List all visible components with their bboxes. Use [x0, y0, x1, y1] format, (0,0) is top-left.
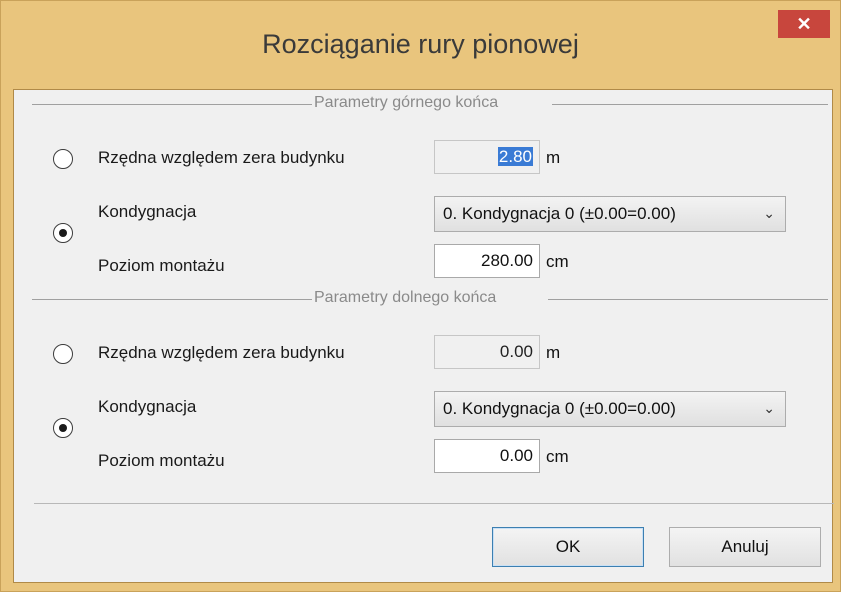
chevron-down-icon: ⌄: [763, 205, 775, 221]
dialog-window: Rozciąganie rury pionowej ✕ Parametry gó…: [0, 0, 841, 592]
radio-dot: [59, 424, 67, 432]
close-button[interactable]: ✕: [778, 10, 830, 38]
bottom-elevation-field[interactable]: 0.00: [434, 335, 540, 369]
close-icon: ✕: [796, 13, 812, 34]
top-mount-field[interactable]: 280.00: [434, 244, 540, 278]
top-elevation-label: Rzędna względem zera budynku: [98, 148, 345, 167]
bottom-storey-dropdown[interactable]: 0. Kondygnacja 0 (±0.00=0.00) ⌄: [434, 391, 786, 427]
dialog-body: Parametry górnego końca Rzędna względem …: [13, 89, 834, 583]
group-top-line-left: [32, 104, 314, 105]
group-bottom-line-left: [32, 299, 314, 300]
bottom-storey-value: 0. Kondygnacja 0 (±0.00=0.00): [443, 399, 676, 418]
top-mount-unit: cm: [546, 252, 569, 271]
radio-dot: [59, 229, 67, 237]
bottom-mount-label: Poziom montażu: [98, 451, 225, 470]
group-top-title: Parametry górnego końca: [312, 94, 501, 112]
group-bottom-title: Parametry dolnego końca: [312, 289, 499, 307]
group-top-line-right: [552, 104, 828, 105]
top-elevation-radio[interactable]: [53, 149, 73, 169]
chevron-down-icon: ⌄: [763, 400, 775, 416]
top-storey-dropdown[interactable]: 0. Kondygnacja 0 (±0.00=0.00) ⌄: [434, 196, 786, 232]
top-storey-value: 0. Kondygnacja 0 (±0.00=0.00): [443, 204, 676, 223]
top-storey-radio[interactable]: [53, 223, 73, 243]
top-elevation-value: 2.80: [497, 147, 533, 166]
ok-button[interactable]: OK: [492, 527, 644, 567]
title-bar[interactable]: Rozciąganie rury pionowej ✕: [1, 1, 840, 89]
bottom-elevation-label: Rzędna względem zera budynku: [98, 343, 345, 362]
bottom-elevation-radio[interactable]: [53, 344, 73, 364]
top-mount-label: Poziom montażu: [98, 256, 225, 275]
cancel-button[interactable]: Anuluj: [669, 527, 821, 567]
top-elevation-field[interactable]: 2.80: [434, 140, 540, 174]
bottom-storey-radio[interactable]: [53, 418, 73, 438]
bottom-mount-field[interactable]: 0.00: [434, 439, 540, 473]
bottom-mount-unit: cm: [546, 447, 569, 466]
bottom-storey-label: Kondygnacja: [98, 397, 197, 416]
bottom-elevation-unit: m: [546, 343, 561, 362]
group-bottom-line-right: [548, 299, 828, 300]
dialog-title: Rozciąganie rury pionowej: [262, 29, 579, 59]
top-elevation-unit: m: [546, 148, 561, 167]
footer-separator: [34, 503, 834, 504]
top-storey-label: Kondygnacja: [98, 202, 197, 221]
